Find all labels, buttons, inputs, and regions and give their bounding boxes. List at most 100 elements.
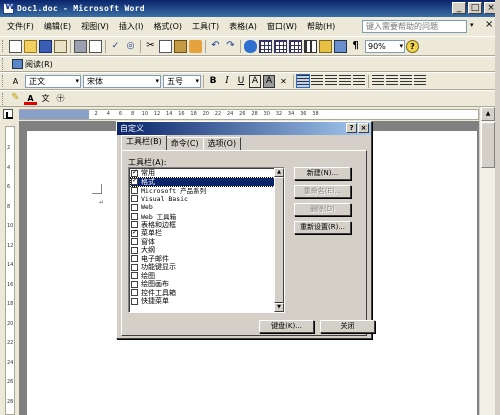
list-scroll-up-icon[interactable]: ▲ [274,168,284,177]
delete-toolbar-button[interactable]: 删除(D) [294,203,351,216]
spelling-icon[interactable]: ✓ [109,40,122,53]
keyboard-button[interactable]: 键盘(K)... [259,320,314,333]
decrease-indent-icon[interactable] [400,75,412,87]
toolbar-checkbox[interactable] [131,212,138,220]
distributed-icon[interactable] [339,75,351,87]
align-justify-icon[interactable] [296,74,310,88]
print-icon[interactable] [74,39,87,53]
toolbar-list-item[interactable]: Visual Basic [131,195,274,204]
toolbar-checkbox[interactable] [131,203,138,211]
toolbar-checkbox[interactable] [131,195,138,203]
help-dropdown-icon[interactable]: ▾ [470,21,474,29]
toolbar-checkbox[interactable] [131,289,138,297]
toolbar-checkbox[interactable] [131,228,138,237]
toolbar-grip[interactable] [2,58,5,70]
toolbar-list-item[interactable]: 快捷菜单 [131,297,274,306]
toolbars-listbox[interactable]: 常用格式Microsoft 产品系列Visual BasicWebWeb 工具箱… [128,167,285,313]
show-hide-icon[interactable]: ¶ [349,40,362,53]
menu-file[interactable]: 文件(F) [2,21,39,32]
list-scrollbar[interactable]: ▲ ▼ [274,168,284,312]
toolbar-checkbox[interactable] [131,263,138,271]
menu-tools[interactable]: 工具(T) [187,21,224,32]
zoom-select[interactable]: 90% [365,39,405,53]
toolbar-checkbox[interactable] [131,255,138,263]
numbering-icon[interactable] [372,75,384,87]
help-question-input[interactable]: 键入需要帮助的问题 [362,20,467,33]
document-map-icon[interactable] [334,39,347,53]
save-icon[interactable] [39,39,52,53]
scroll-thumb[interactable] [481,122,495,168]
dialog-close-button[interactable]: × [358,123,369,133]
new-toolbar-button[interactable]: 新建(N)... [294,167,351,180]
dialog-help-button[interactable]: ? [346,123,357,133]
new-document-icon[interactable] [9,39,22,53]
char-border-button[interactable]: A [249,74,261,88]
rename-toolbar-button[interactable]: 重命名(E)... [294,185,351,198]
read-button[interactable]: 阅读(R) [8,59,56,70]
align-right-icon[interactable] [325,75,337,87]
open-icon[interactable] [24,39,37,53]
styles-pane-icon[interactable]: A [9,75,22,88]
tab-selector-icon[interactable] [3,109,13,119]
research-icon[interactable]: ◎ [124,40,137,53]
close-dialog-button[interactable]: 关闭 [320,320,375,333]
bold-button[interactable]: B [207,75,219,88]
highlight-icon[interactable]: ✎ [9,92,22,105]
toolbar-grip[interactable] [2,92,5,105]
minimize-button[interactable]: _ [452,2,466,14]
insert-excel-icon[interactable] [289,39,302,53]
toolbar-checkbox[interactable] [131,272,138,280]
menu-edit[interactable]: 编辑(E) [39,21,76,32]
reset-toolbar-button[interactable]: 重新设置(R)... [294,221,351,234]
format-painter-icon[interactable] [189,39,202,53]
align-center-icon[interactable] [311,75,323,87]
underline-button[interactable]: U [235,75,247,88]
tab-options[interactable]: 选项(O) [202,137,242,150]
insert-table-icon[interactable] [274,39,287,53]
drawing-icon[interactable] [319,39,332,53]
tables-borders-icon[interactable] [259,39,272,53]
list-scroll-down-icon[interactable]: ▼ [274,303,284,312]
toolbar-grip[interactable] [2,40,5,52]
style-select[interactable]: 正文 [25,74,81,88]
line-spacing-icon[interactable] [353,75,365,87]
redo-icon[interactable]: ↷ [224,40,237,53]
cut-icon[interactable]: ✂ [144,40,157,53]
font-color-button[interactable]: A [24,92,37,105]
toolbar-checkbox[interactable] [131,238,138,246]
toolbar-checkbox[interactable] [131,176,138,186]
toolbar-checkbox[interactable] [131,186,138,194]
permission-icon[interactable] [54,39,67,53]
print-preview-icon[interactable] [89,39,102,53]
menu-window[interactable]: 窗口(W) [262,21,302,32]
vertical-scrollbar[interactable]: ▲ [479,107,495,415]
menu-insert[interactable]: 插入(I) [114,21,149,32]
bullets-icon[interactable] [386,75,398,87]
word-app-icon[interactable] [3,2,15,14]
help-icon[interactable]: ? [406,39,419,53]
menu-format[interactable]: 格式(O) [148,21,187,32]
toolbar-checkbox[interactable] [131,297,138,305]
char-scale-icon[interactable]: ✕ [277,75,290,88]
toolbar-checkbox[interactable] [131,280,138,288]
columns-icon[interactable] [304,39,317,53]
menu-help[interactable]: 帮助(H) [302,21,340,32]
char-shading-button[interactable]: A [263,74,275,88]
maximize-button[interactable]: □ [468,2,482,14]
phonetic-guide-icon[interactable]: 文 [39,92,52,105]
tab-toolbars[interactable]: 工具栏(B) [121,135,167,150]
toolbar-list-item[interactable]: Microsoft 产品系列 [131,186,274,195]
hyperlink-icon[interactable] [244,39,257,53]
close-document-button[interactable]: × [485,19,493,30]
paste-icon[interactable] [174,39,187,53]
italic-button[interactable]: I [221,75,233,88]
menu-table[interactable]: 表格(A) [224,21,262,32]
toolbar-grip[interactable] [2,75,5,87]
list-scroll-thumb[interactable] [274,177,284,303]
toolbar-checkbox[interactable] [131,246,138,254]
font-size-select[interactable]: 五号 [163,74,201,88]
tab-commands[interactable]: 命令(C) [165,137,204,150]
menu-view[interactable]: 视图(V) [76,21,114,32]
font-select[interactable]: 宋体 [83,74,161,88]
scroll-up-icon[interactable]: ▲ [481,107,495,121]
